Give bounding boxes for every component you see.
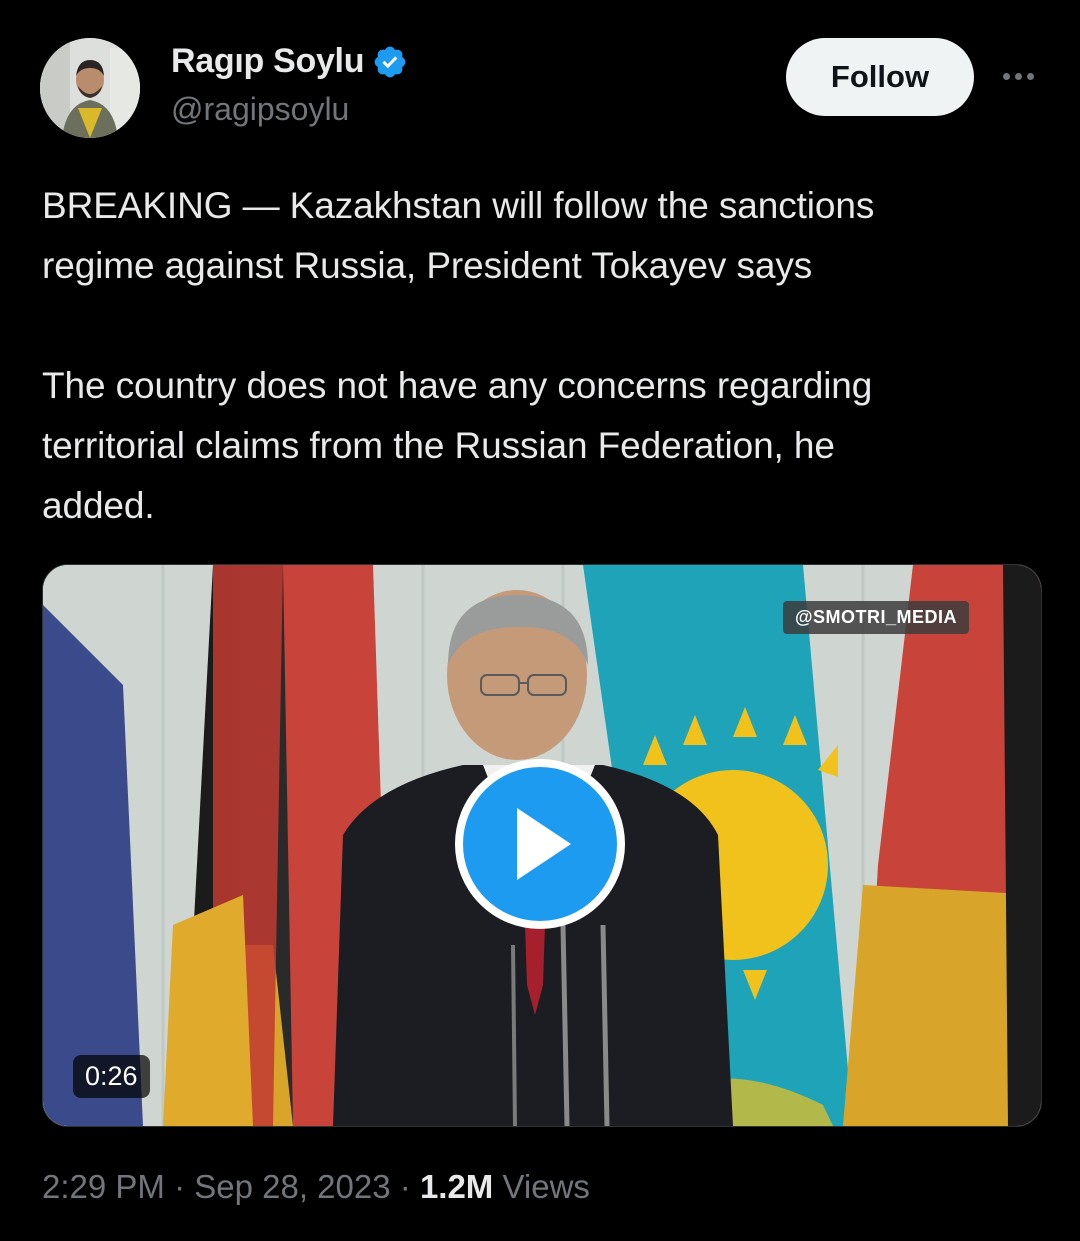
views-label: Views	[502, 1168, 590, 1205]
author-handle[interactable]: @ragipsoylu	[171, 91, 408, 128]
video-watermark: @SMOTRI_MEDIA	[782, 601, 969, 634]
verified-badge-icon	[374, 46, 406, 77]
play-button[interactable]	[455, 759, 625, 929]
tweet-meta: 2:29 PM · Sep 28, 2023 · 1.2M Views	[42, 1168, 590, 1206]
avatar[interactable]	[40, 38, 140, 138]
separator: ·	[399, 1168, 411, 1205]
more-horizontal-icon[interactable]	[996, 58, 1040, 94]
video-duration: 0:26	[73, 1055, 150, 1098]
tweet-time[interactable]: 2:29 PM	[42, 1168, 165, 1205]
author-name[interactable]: Ragıp Soylu	[171, 42, 364, 81]
views-count[interactable]: 1.2M	[420, 1168, 493, 1205]
follow-button[interactable]: Follow	[786, 38, 974, 116]
dot	[1026, 72, 1034, 80]
dot	[1002, 72, 1010, 80]
tweet-date[interactable]: Sep 28, 2023	[194, 1168, 390, 1205]
dot	[1014, 72, 1022, 80]
tweet-header: Ragıp Soylu @ragipsoylu Follow	[40, 38, 1040, 138]
separator: ·	[174, 1168, 186, 1205]
video-player[interactable]: @SMOTRI_MEDIA 0:26	[42, 564, 1042, 1127]
play-icon	[517, 808, 571, 880]
tweet-text: BREAKING — Kazakhstan will follow the sa…	[42, 185, 875, 526]
